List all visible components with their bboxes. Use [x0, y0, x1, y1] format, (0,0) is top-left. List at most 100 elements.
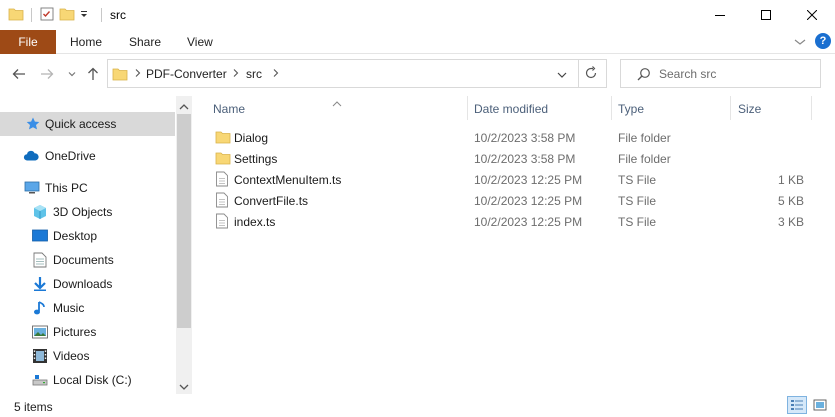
file-name: Dialog	[234, 131, 269, 145]
up-button[interactable]	[85, 66, 101, 82]
chevron-right-icon[interactable]	[232, 68, 240, 81]
navigation-pane-scrollbar[interactable]	[176, 96, 192, 394]
chevron-down-icon	[179, 384, 189, 390]
back-button[interactable]	[11, 66, 27, 82]
file-type: TS File	[618, 194, 657, 208]
column-header-name[interactable]: Name	[213, 102, 245, 116]
download-icon	[32, 276, 48, 292]
window-title: src	[110, 8, 126, 22]
sidebar-item-label: Pictures	[53, 325, 97, 339]
folder-icon	[8, 6, 24, 25]
large-icons-view-button[interactable]	[810, 396, 830, 414]
column-divider[interactable]	[611, 96, 612, 120]
sidebar-item-label: Music	[53, 301, 85, 315]
folder-icon	[215, 150, 231, 169]
sidebar-item-this-pc[interactable]: This PC	[0, 176, 175, 200]
file-date: 10/2/2023 12:25 PM	[474, 194, 583, 208]
help-button[interactable]: ?	[815, 33, 831, 49]
file-name: Settings	[234, 152, 278, 166]
forward-button[interactable]	[39, 66, 55, 82]
search-box[interactable]	[620, 59, 821, 88]
column-header-type[interactable]: Type	[618, 102, 644, 116]
close-icon	[807, 10, 817, 20]
search-input[interactable]	[659, 64, 809, 84]
file-row[interactable]: Dialog 10/2/2023 3:58 PM File folder	[210, 127, 820, 148]
drive-icon	[32, 372, 48, 388]
minimize-icon	[715, 15, 725, 16]
file-icon	[215, 213, 229, 232]
sidebar-item-label: Local Disk (C:)	[53, 373, 132, 387]
video-icon	[32, 348, 48, 364]
breadcrumb-pdf-converter[interactable]: PDF-Converter	[146, 67, 227, 81]
file-size: 5 KB	[777, 194, 804, 208]
file-date: 10/2/2023 3:58 PM	[474, 131, 576, 145]
file-name: ContextMenuItem.ts	[234, 173, 342, 187]
search-icon	[637, 67, 651, 84]
file-date: 10/2/2023 3:58 PM	[474, 152, 576, 166]
sidebar-item-videos[interactable]: Videos	[0, 344, 175, 368]
desktop-icon	[32, 228, 48, 244]
scroll-down-button[interactable]	[179, 380, 189, 394]
properties-icon[interactable]	[39, 6, 55, 25]
address-bar[interactable]: PDF-Converter src	[107, 59, 607, 88]
large-icons-view-icon	[813, 399, 827, 411]
scroll-up-button[interactable]	[179, 100, 189, 114]
customize-toolbar-icon[interactable]	[79, 8, 89, 22]
sidebar-item-documents[interactable]: Documents	[0, 248, 175, 272]
sidebar-item-onedrive[interactable]: OneDrive	[0, 144, 175, 168]
file-row[interactable]: Settings 10/2/2023 3:58 PM File folder	[210, 148, 820, 169]
arrow-right-icon	[41, 69, 54, 79]
chevron-down-icon	[557, 72, 567, 78]
close-button[interactable]	[789, 0, 835, 30]
details-view-button[interactable]	[787, 396, 807, 414]
sidebar-item-label: 3D Objects	[53, 205, 113, 219]
file-type: File folder	[618, 152, 671, 166]
picture-icon	[32, 324, 48, 340]
column-header-size[interactable]: Size	[738, 102, 761, 116]
file-icon	[215, 192, 229, 211]
sidebar-item-label: Documents	[53, 253, 114, 267]
tab-file[interactable]: File	[0, 30, 56, 54]
breadcrumb-src[interactable]: src	[246, 67, 262, 81]
sidebar-item-3d-objects[interactable]: 3D Objects	[0, 200, 175, 224]
refresh-button[interactable]	[584, 66, 598, 83]
sidebar-item-downloads[interactable]: Downloads	[0, 272, 175, 296]
scrollbar-thumb[interactable]	[177, 114, 191, 328]
recent-locations-button[interactable]	[64, 66, 80, 82]
column-divider[interactable]	[811, 96, 812, 120]
file-row[interactable]: ContextMenuItem.ts 10/2/2023 12:25 PM TS…	[210, 169, 820, 190]
sidebar-item-quick-access[interactable]: Quick access	[0, 112, 175, 136]
file-name: ConvertFile.ts	[234, 194, 309, 208]
tab-share[interactable]: Share	[129, 30, 161, 54]
tab-home[interactable]: Home	[70, 30, 102, 54]
expand-ribbon-button[interactable]	[794, 36, 806, 50]
tab-view[interactable]: View	[187, 30, 213, 54]
sidebar-item-label: Videos	[53, 349, 90, 363]
file-size: 3 KB	[777, 215, 804, 229]
cube-icon	[32, 204, 48, 220]
column-divider[interactable]	[730, 96, 731, 120]
new-folder-icon[interactable]	[59, 6, 75, 25]
sidebar-item-pictures[interactable]: Pictures	[0, 320, 175, 344]
maximize-button[interactable]	[743, 0, 789, 30]
column-divider[interactable]	[467, 96, 468, 120]
chevron-right-icon[interactable]	[272, 68, 280, 81]
sidebar-item-local-disk[interactable]: Local Disk (C:)	[0, 368, 175, 392]
sidebar-item-label: Quick access	[45, 117, 117, 131]
item-count: 5 items	[14, 400, 53, 414]
quick-access-toolbar	[8, 6, 89, 24]
address-divider	[578, 60, 579, 87]
file-row[interactable]: ConvertFile.ts 10/2/2023 12:25 PM TS Fil…	[210, 190, 820, 211]
chevron-up-icon	[179, 104, 189, 110]
sidebar-item-desktop[interactable]: Desktop	[0, 224, 175, 248]
minimize-button[interactable]	[697, 0, 743, 30]
chevron-right-icon[interactable]	[134, 68, 142, 81]
folder-icon	[112, 66, 128, 85]
toolbar-separator	[31, 8, 32, 22]
address-dropdown-button[interactable]	[556, 69, 568, 83]
file-icon	[215, 171, 229, 190]
column-header-date-modified[interactable]: Date modified	[474, 102, 548, 116]
document-icon	[32, 252, 48, 268]
file-row[interactable]: index.ts 10/2/2023 12:25 PM TS File 3 KB	[210, 211, 820, 232]
sidebar-item-music[interactable]: Music	[0, 296, 175, 320]
